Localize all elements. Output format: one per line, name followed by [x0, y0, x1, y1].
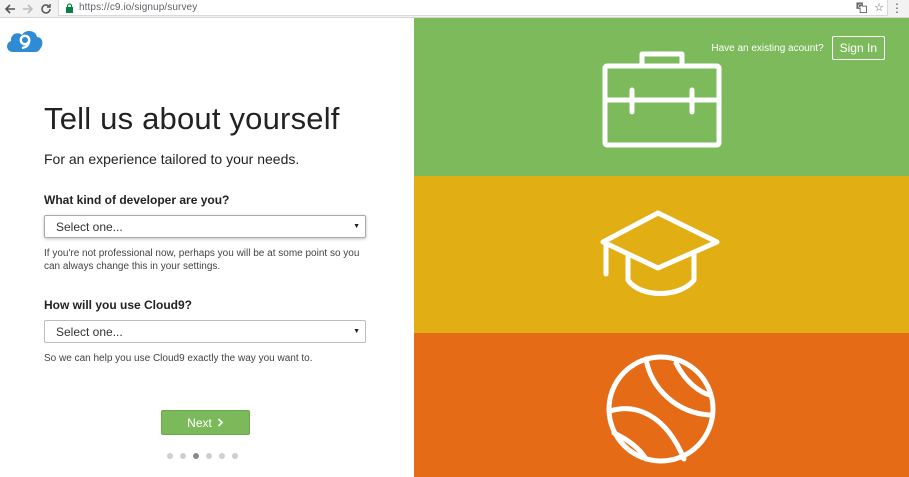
hobbyist-panel	[414, 333, 909, 477]
developer-type-value: Select one...	[56, 219, 123, 234]
signup-form-panel: Tell us about yourself For an experience…	[0, 18, 414, 477]
developer-type-label: What kind of developer are you?	[44, 193, 230, 207]
progress-dots	[167, 453, 238, 459]
usage-value: Select one...	[56, 324, 123, 339]
lock-icon	[66, 2, 73, 13]
chevron-right-icon	[217, 418, 223, 427]
cloud9-logo[interactable]	[4, 28, 44, 54]
student-panel	[414, 176, 909, 333]
progress-dot[interactable]	[180, 453, 186, 459]
progress-dot[interactable]	[167, 453, 173, 459]
briefcase-icon	[602, 51, 722, 148]
usage-help: So we can help you use Cloud9 exactly th…	[44, 353, 313, 364]
page-subtitle: For an experience tailored to your needs…	[44, 151, 300, 167]
bookmark-star-icon[interactable]: ☆	[873, 1, 885, 14]
illustration-panel: Have an existing acount? Sign In	[414, 18, 909, 477]
usage-label: How will you use Cloud9?	[44, 298, 193, 312]
reload-icon	[41, 4, 51, 14]
url-text: https://c9.io/signup/survey	[79, 2, 198, 13]
back-arrow-icon	[4, 4, 15, 14]
progress-dot-current[interactable]	[193, 453, 199, 459]
professional-panel: Have an existing acount? Sign In	[414, 18, 909, 176]
sign-in-area: Have an existing acount? Sign In	[711, 36, 885, 60]
back-button[interactable]	[2, 1, 18, 17]
progress-dot[interactable]	[206, 453, 212, 459]
sign-in-button[interactable]: Sign In	[831, 36, 885, 60]
graduation-cap-icon	[600, 210, 720, 296]
page-title: Tell us about yourself	[44, 101, 340, 136]
developer-type-select[interactable]: Select one... ▼	[44, 215, 366, 238]
dropdown-arrow-icon: ▼	[353, 328, 360, 335]
developer-type-help: If you're not professional now, perhaps …	[44, 248, 360, 272]
browser-menu-icon[interactable]: ⋮	[891, 1, 903, 15]
next-button[interactable]: Next	[161, 410, 250, 435]
translate-icon[interactable]: G	[855, 1, 867, 13]
forward-arrow-icon	[23, 4, 34, 14]
progress-dot[interactable]	[219, 453, 225, 459]
browser-toolbar: https://c9.io/signup/survey G ☆ ⋮	[0, 0, 909, 18]
reload-button[interactable]	[38, 1, 54, 17]
address-bar[interactable]: https://c9.io/signup/survey G ☆	[58, 0, 888, 16]
existing-account-text: Have an existing acount?	[711, 42, 824, 54]
dropdown-arrow-icon: ▼	[353, 223, 360, 230]
svg-text:G: G	[857, 3, 861, 9]
usage-select[interactable]: Select one... ▼	[44, 320, 366, 343]
next-button-label: Next	[187, 415, 212, 430]
progress-dot[interactable]	[232, 453, 238, 459]
basketball-icon	[606, 354, 716, 464]
forward-button[interactable]	[20, 1, 36, 17]
